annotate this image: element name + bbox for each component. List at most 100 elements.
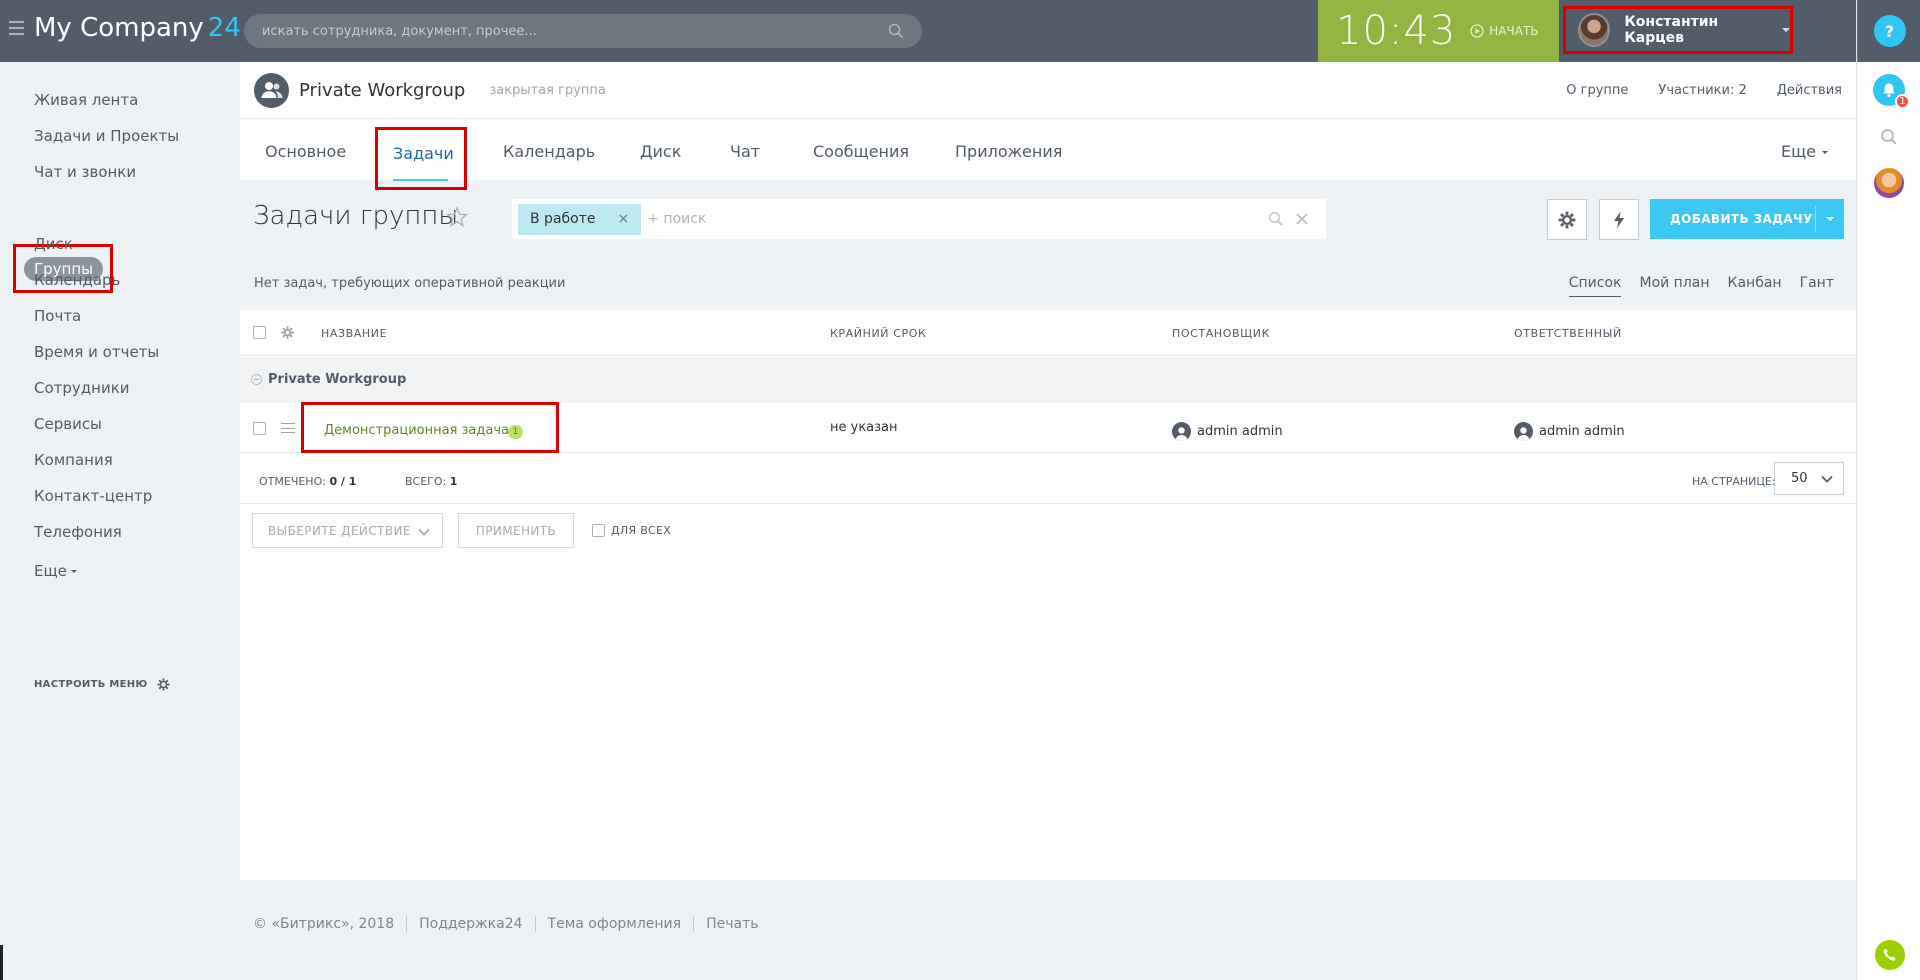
group-actions-bar: ВЫБЕРИТЕ ДЕЙСТВИЕ ПРИМЕНИТЬ ДЛЯ ВСЕХ [240,504,1856,564]
per-page-value: 50 [1791,471,1808,486]
view-list[interactable]: Список [1568,275,1622,297]
view-kanban[interactable]: Канбан [1728,275,1782,291]
company-logo[interactable]: My Company 24 [34,13,241,43]
menu-icon[interactable] [9,21,24,35]
group-title: Private Workgroup [299,79,466,101]
gear-icon [1558,211,1576,228]
search-icon[interactable] [1880,128,1898,146]
configure-menu-button[interactable]: НАСТРОИТЬ МЕНЮ [34,678,171,691]
nav-item-telephony[interactable]: Телефония [34,523,122,541]
phone-button[interactable] [1875,940,1905,970]
nav-item-calendar[interactable]: Календарь [34,271,120,289]
tab-apps[interactable]: Приложения [955,142,1062,161]
add-task-dropdown[interactable] [1816,217,1844,221]
column-header-deadline[interactable]: КРАЙНИЙ СРОК [830,327,926,340]
divider [693,916,695,932]
total-counter: ВСЕГО: 1 [405,475,457,488]
add-task-label: ДОБАВИТЬ ЗАДАЧУ [1670,212,1813,226]
column-header-name[interactable]: НАЗВАНИЕ [321,327,387,340]
column-header-creator[interactable]: ПОСТАНОВЩИК [1172,327,1270,340]
row-checkbox[interactable] [253,422,266,435]
task-link[interactable]: Демонстрационная задача [324,423,509,438]
table-row[interactable]: Демонстрационная задача 1 не указан admi… [240,402,1856,453]
automation-button[interactable] [1599,199,1639,240]
nav-item-time-reports[interactable]: Время и отчеты [34,343,159,361]
marked-label: ОТМЕЧЕНО: [259,475,326,488]
row-menu-icon[interactable] [281,423,295,433]
task-responsible[interactable]: admin admin [1514,422,1625,441]
start-workday-button[interactable]: НАЧАТЬ [1470,24,1539,38]
task-filter-input[interactable]: В работе × + поиск [512,199,1326,239]
nav-item-live-feed[interactable]: Живая лента [34,91,138,109]
for-all-option[interactable]: ДЛЯ ВСЕХ [592,524,671,537]
per-page-select[interactable]: 50 [1774,462,1844,495]
theme-link[interactable]: Тема оформления [548,916,682,932]
phone-icon [1883,948,1896,961]
apply-button[interactable]: ПРИМЕНИТЬ [458,513,574,548]
task-creator[interactable]: admin admin [1172,422,1283,441]
for-all-checkbox[interactable] [592,524,605,537]
remove-filter-icon[interactable]: × [618,211,630,227]
nav-item-employees[interactable]: Сотрудники [34,379,130,397]
filter-chip-label: В работе [530,211,596,227]
user-icon [1514,422,1533,441]
view-my-plan[interactable]: Мой план [1639,275,1709,291]
play-icon [1470,24,1484,38]
about-group-link[interactable]: О группе [1566,83,1628,98]
tab-more[interactable]: Еще [1781,142,1828,161]
user-menu[interactable]: Константин Карцев [1563,6,1793,54]
tab-drive[interactable]: Диск [640,142,681,161]
select-all-checkbox[interactable] [253,326,266,339]
star-icon[interactable] [446,206,468,228]
nav-item-more[interactable]: Еще [34,562,77,580]
configure-menu-label: НАСТРОИТЬ МЕНЮ [34,679,148,690]
column-header-responsible[interactable]: ОТВЕТСТВЕННЫЙ [1514,327,1622,340]
add-task-button[interactable]: ДОБАВИТЬ ЗАДАЧУ [1650,199,1844,239]
members-link[interactable]: Участники: 2 [1658,83,1746,98]
nav-item-tasks[interactable]: Задачи и Проекты [34,127,179,145]
global-search-input[interactable]: искать сотрудника, документ, прочее... [244,14,922,48]
nav-item-drive[interactable]: Диск [34,235,73,253]
gear-icon [157,678,171,691]
tab-messages[interactable]: Сообщения [813,142,909,161]
filter-chip[interactable]: В работе × [518,203,642,235]
chevron-down-icon [418,528,430,536]
nav-item-company[interactable]: Компания [34,451,113,469]
help-button[interactable]: ? [1873,15,1906,47]
actions-link[interactable]: Действия [1777,83,1842,98]
clock: 10:43 [1336,8,1457,54]
nav-item-contact-center[interactable]: Контакт-центр [34,487,152,505]
active-tab-underline [393,179,448,181]
search-icon[interactable] [888,23,904,39]
nav-item-chat[interactable]: Чат и звонки [34,163,136,181]
work-time-panel[interactable]: 10:43 НАЧАТЬ [1318,0,1559,62]
creator-name: admin admin [1197,424,1283,439]
nav-item-mail[interactable]: Почта [34,307,81,325]
start-label: НАЧАТЬ [1489,24,1539,38]
action-select[interactable]: ВЫБЕРИТЕ ДЕЙСТВИЕ [252,513,443,548]
tab-main[interactable]: Основное [265,142,346,161]
lightning-icon [1614,211,1624,228]
list-settings-button[interactable] [1547,199,1587,240]
marked-value: 0 / 1 [329,475,357,488]
chevron-down-icon [1782,28,1790,32]
tab-chat[interactable]: Чат [730,142,760,161]
left-edge-bar [0,945,3,980]
print-link[interactable]: Печать [706,916,758,932]
view-gantt[interactable]: Гант [1800,275,1834,291]
tab-calendar[interactable]: Календарь [503,142,595,161]
table-footer: ОТМЕЧЕНО: 0 / 1 ВСЕГО: 1 НА СТРАНИЦЕ: 50 [240,453,1856,504]
group-row: − Private Workgroup [240,357,1856,403]
close-icon[interactable] [1294,211,1310,227]
contact-avatar[interactable] [1874,168,1904,198]
tab-tasks-label: Задачи [393,144,454,163]
nav-item-services[interactable]: Сервисы [34,415,102,433]
total-label: ВСЕГО: [405,475,447,488]
task-deadline[interactable]: не указан [830,420,898,435]
collapse-icon[interactable]: − [251,374,262,385]
support-link[interactable]: Поддержка24 [419,916,522,932]
search-icon[interactable] [1268,211,1284,227]
tab-tasks[interactable]: Задачи [375,127,467,190]
gear-icon[interactable] [281,326,294,339]
copyright: © «Битрикс», 2018 [253,916,395,932]
